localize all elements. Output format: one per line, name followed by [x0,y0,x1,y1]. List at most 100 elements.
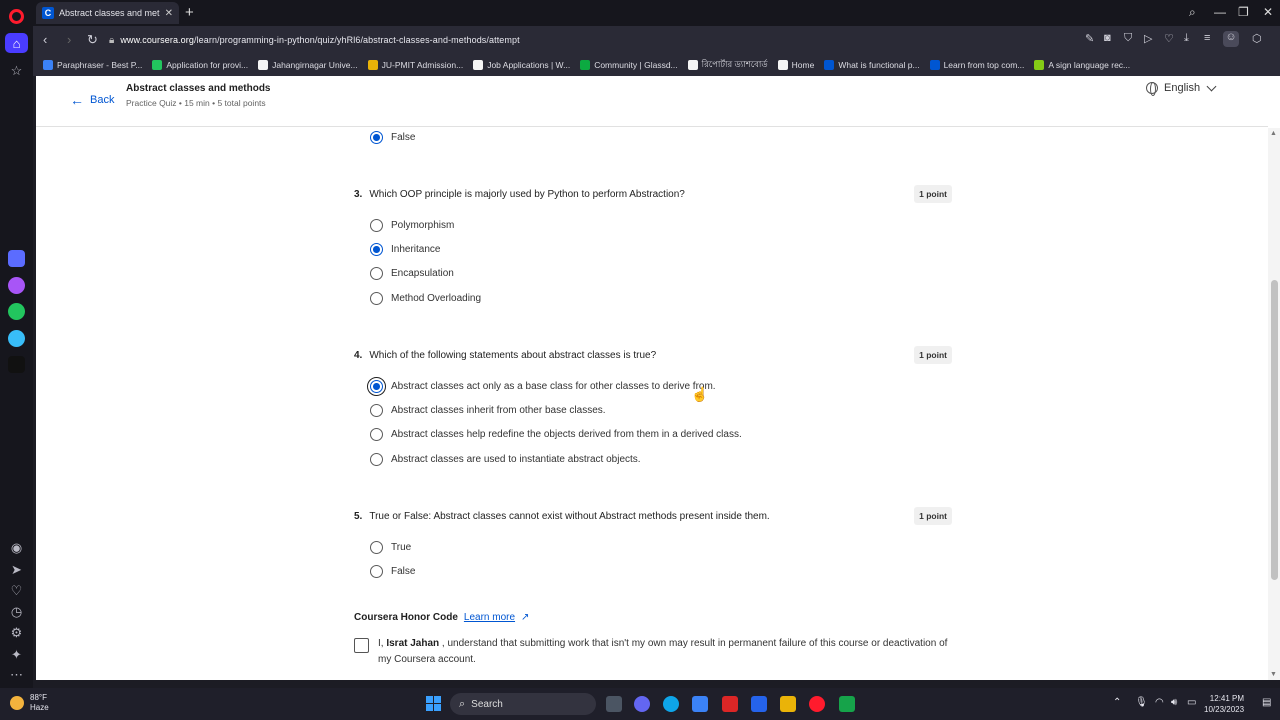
bookmark-item[interactable]: রিপোর্টার ড্যাশবোর্ড [687,58,768,72]
favorite-icon[interactable]: ♡ [1164,32,1174,45]
radio-button[interactable] [370,428,383,441]
taskbar-search[interactable]: ⌕ Search [450,693,596,715]
battery-icon[interactable]: ▭ [1187,697,1196,708]
send-icon[interactable]: ➤ [8,561,25,578]
teams-icon[interactable] [634,696,650,712]
gift-app-icon[interactable] [722,696,738,712]
close-tab-icon[interactable]: ✕ [165,8,173,19]
profile-icon[interactable]: ☺ [1223,31,1239,47]
screen: ⌂ ☆ ◉ ➤ ♡ ◷ ⚙ ✦ ⋯ C Abstract classes and… [0,0,1280,720]
system-clock[interactable]: 12:41 PM 10/23/2023 [1204,693,1244,715]
pycharm-icon[interactable] [839,696,855,712]
opera-taskbar-icon[interactable] [809,696,825,712]
weather-widget[interactable]: 88°F Haze [10,693,49,713]
opera-logo-icon[interactable] [9,9,24,24]
bookmark-item[interactable]: Home [777,60,814,70]
notifications-icon[interactable]: ▤ [1262,697,1271,708]
option-encapsulation[interactable]: Encapsulation [370,267,454,280]
windows-start-icon[interactable] [426,696,441,711]
reload-icon[interactable]: ↻ [87,32,98,48]
back-nav-icon[interactable]: ‹ [43,32,47,47]
tab-active[interactable]: C Abstract classes and meth ✕ [36,2,179,24]
radio-button[interactable] [370,131,383,144]
bookmark-item[interactable]: Paraphraser - Best P... [43,60,142,70]
option-inherit[interactable]: Abstract classes inherit from other base… [370,404,606,417]
store-icon[interactable] [692,696,708,712]
option-base-class[interactable]: Abstract classes act only as a base clas… [367,377,716,396]
play-icon[interactable]: ▷ [1144,32,1152,45]
learn-more-link[interactable]: Learn more [464,612,515,623]
bookmark-item[interactable]: Community | Glassd... [580,60,678,70]
volume-icon[interactable]: 🔊︎ [1171,697,1177,708]
close-window-icon[interactable]: ✕ [1263,5,1273,19]
points-badge: 1 point [914,507,952,525]
whatsapp-icon[interactable] [8,303,25,320]
history-icon[interactable]: ◷ [8,603,25,620]
settings-gear-icon[interactable]: ⚙ [8,624,25,641]
external-link-icon[interactable]: ↗ [521,612,529,623]
shield-icon[interactable]: ⛉ [1124,32,1132,45]
radio-button[interactable] [370,292,383,305]
search-tabs-icon[interactable]: ⌕ [1189,5,1196,20]
bookmark-favicon-icon [152,60,163,70]
extensions-icon[interactable]: ⬡ [1252,32,1262,45]
radio-button[interactable] [370,243,383,256]
radio-button[interactable] [370,404,383,417]
bookmark-item[interactable]: Application for provi... [152,60,248,70]
scroll-down-icon[interactable]: ▼ [1270,671,1277,678]
radio-button[interactable] [370,267,383,280]
wifi-icon[interactable]: ◠ [1155,697,1164,708]
menu-icon[interactable]: ≡ [1204,32,1210,44]
scroll-up-icon[interactable]: ▲ [1270,130,1277,137]
bookmark-item[interactable]: Learn from top com... [929,60,1024,70]
back-button[interactable]: ← Back [70,93,114,107]
question-text: 4. Which of the following statements abou… [354,350,657,361]
bulb-icon[interactable]: ✦ [8,646,25,663]
new-tab-button[interactable]: + [185,5,194,20]
honor-code-statement: I, Israt Jahan , understand that submitt… [378,638,948,665]
tray-chevron-up-icon[interactable]: ⌃ [1113,697,1121,708]
radio-button[interactable] [370,541,383,554]
camera-icon[interactable]: ◙ [1104,32,1111,44]
player-icon[interactable]: ◉ [8,539,25,556]
microphone-icon[interactable]: 🎙︎ [1135,697,1148,708]
heart-icon[interactable]: ♡ [8,582,25,599]
download-icon[interactable]: ⤓ [1184,32,1189,45]
option-method-overloading[interactable]: Method Overloading [370,292,481,305]
restore-icon[interactable]: ❐ [1238,5,1249,19]
option-inheritance[interactable]: Inheritance [370,243,440,256]
bookmark-item[interactable]: A sign language rec... [1034,60,1130,70]
edge-icon[interactable] [663,696,679,712]
task-view-icon[interactable] [606,696,622,712]
radio-button[interactable] [367,377,386,396]
radio-button[interactable] [370,565,383,578]
language-selector[interactable]: English [1146,81,1217,96]
bookmark-item[interactable]: Jahangirnagar Unive... [258,60,358,70]
radio-button[interactable] [370,219,383,232]
radio-button[interactable] [370,453,383,466]
bookmark-item[interactable]: What is functional p... [824,60,920,70]
address-bar[interactable]: 🔒︎ www.coursera.org/learn/programming-in… [109,30,1069,50]
mail-icon[interactable] [751,696,767,712]
scrollbar-thumb[interactable] [1271,280,1278,580]
option-polymorphism[interactable]: Polymorphism [370,219,454,232]
option-redefine[interactable]: Abstract classes help redefine the objec… [370,428,742,441]
honor-code-checkbox[interactable] [354,638,369,653]
telegram-icon[interactable] [8,330,25,347]
bookmark-item[interactable]: JU-PMIT Admission... [367,60,463,70]
edit-icon[interactable]: ✎ [1085,32,1094,45]
page-scrollbar[interactable]: ▲ ▼ [1268,128,1280,680]
option-prev-false[interactable]: False [370,131,415,144]
aria-icon[interactable] [8,250,25,267]
more-icon[interactable]: ⋯ [8,666,25,683]
bookmark-item[interactable]: Job Applications | W... [473,60,570,70]
forward-nav-icon[interactable]: › [67,32,71,47]
option-true[interactable]: True [370,541,411,554]
star-icon[interactable]: ☆ [8,62,25,79]
option-instantiate[interactable]: Abstract classes are used to instantiate… [370,453,641,466]
tiktok-icon[interactable] [8,356,25,373]
option-false[interactable]: False [370,565,415,578]
minimize-icon[interactable]: — [1214,5,1226,19]
file-explorer-icon[interactable] [780,696,796,712]
messenger-icon[interactable] [8,277,25,294]
